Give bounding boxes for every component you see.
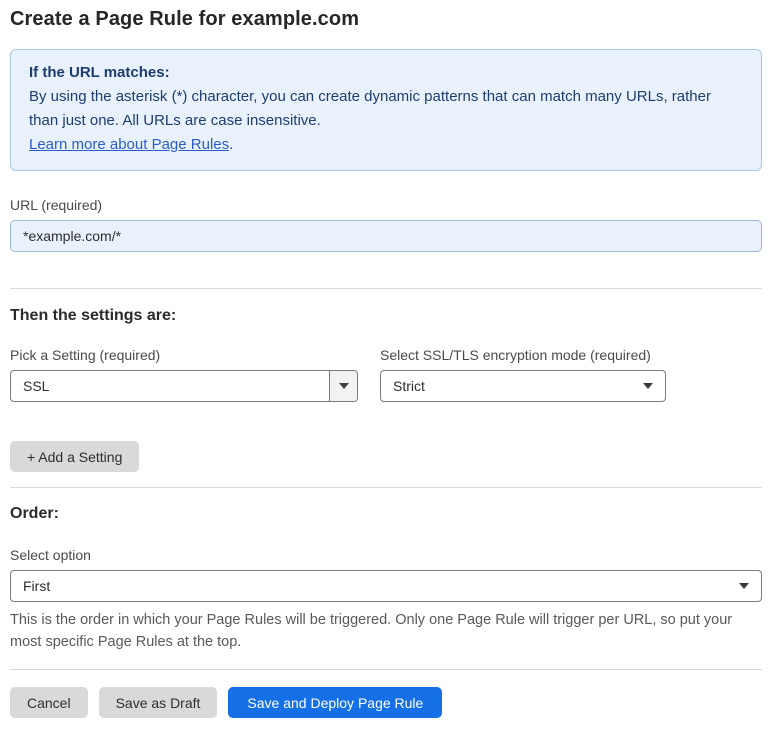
dropdown-arrow-button[interactable] <box>329 371 357 401</box>
page-title: Create a Page Rule for example.com <box>10 8 360 30</box>
order-select-group: Select option First <box>10 547 762 602</box>
order-section-heading: Order: <box>10 505 59 522</box>
order-value: First <box>23 578 51 594</box>
divider <box>10 669 762 670</box>
link-suffix-period: . <box>229 136 234 153</box>
info-box-heading: If the URL matches: <box>29 64 170 81</box>
order-help-text: This is the order in which your Page Rul… <box>10 612 733 650</box>
url-input[interactable] <box>10 220 762 252</box>
settings-row: Pick a Setting (required) SSL Select SSL… <box>10 347 762 402</box>
ssl-mode-dropdown[interactable]: Strict <box>380 370 666 402</box>
info-box-link-line: Learn more about Page Rules. <box>29 133 743 157</box>
cancel-button[interactable]: Cancel <box>10 687 88 718</box>
pick-setting-value: SSL <box>23 378 50 394</box>
dropdown-arrow <box>739 583 749 589</box>
settings-section-heading: Then the settings are: <box>10 307 177 324</box>
caret-down-icon <box>643 383 653 389</box>
pick-setting-dropdown[interactable]: SSL <box>10 370 358 402</box>
url-match-info-box: If the URL matches: By using the asteris… <box>10 49 762 171</box>
footer-actions: Cancel Save as Draft Save and Deploy Pag… <box>10 687 762 718</box>
caret-down-icon <box>739 583 749 589</box>
divider <box>10 288 762 289</box>
order-dropdown[interactable]: First <box>10 570 762 602</box>
save-deploy-button[interactable]: Save and Deploy Page Rule <box>228 687 443 718</box>
save-draft-button[interactable]: Save as Draft <box>98 687 218 718</box>
create-page-rule-panel: Create a Page Rule for example.com If th… <box>0 0 772 733</box>
pick-setting-label: Pick a Setting (required) <box>10 347 161 363</box>
ssl-mode-value: Strict <box>393 378 425 394</box>
divider <box>10 487 762 488</box>
dropdown-arrow <box>643 383 653 389</box>
order-select-label: Select option <box>10 547 91 563</box>
learn-more-link[interactable]: Learn more about Page Rules <box>29 136 229 153</box>
url-field-label: URL (required) <box>10 197 103 213</box>
add-setting-button[interactable]: + Add a Setting <box>10 441 140 472</box>
caret-down-icon <box>338 383 349 389</box>
ssl-mode-group: Select SSL/TLS encryption mode (required… <box>380 347 666 402</box>
ssl-mode-label: Select SSL/TLS encryption mode (required… <box>380 347 651 363</box>
info-box-body: By using the asterisk (*) character, you… <box>29 88 711 129</box>
pick-setting-group: Pick a Setting (required) SSL <box>10 347 358 402</box>
